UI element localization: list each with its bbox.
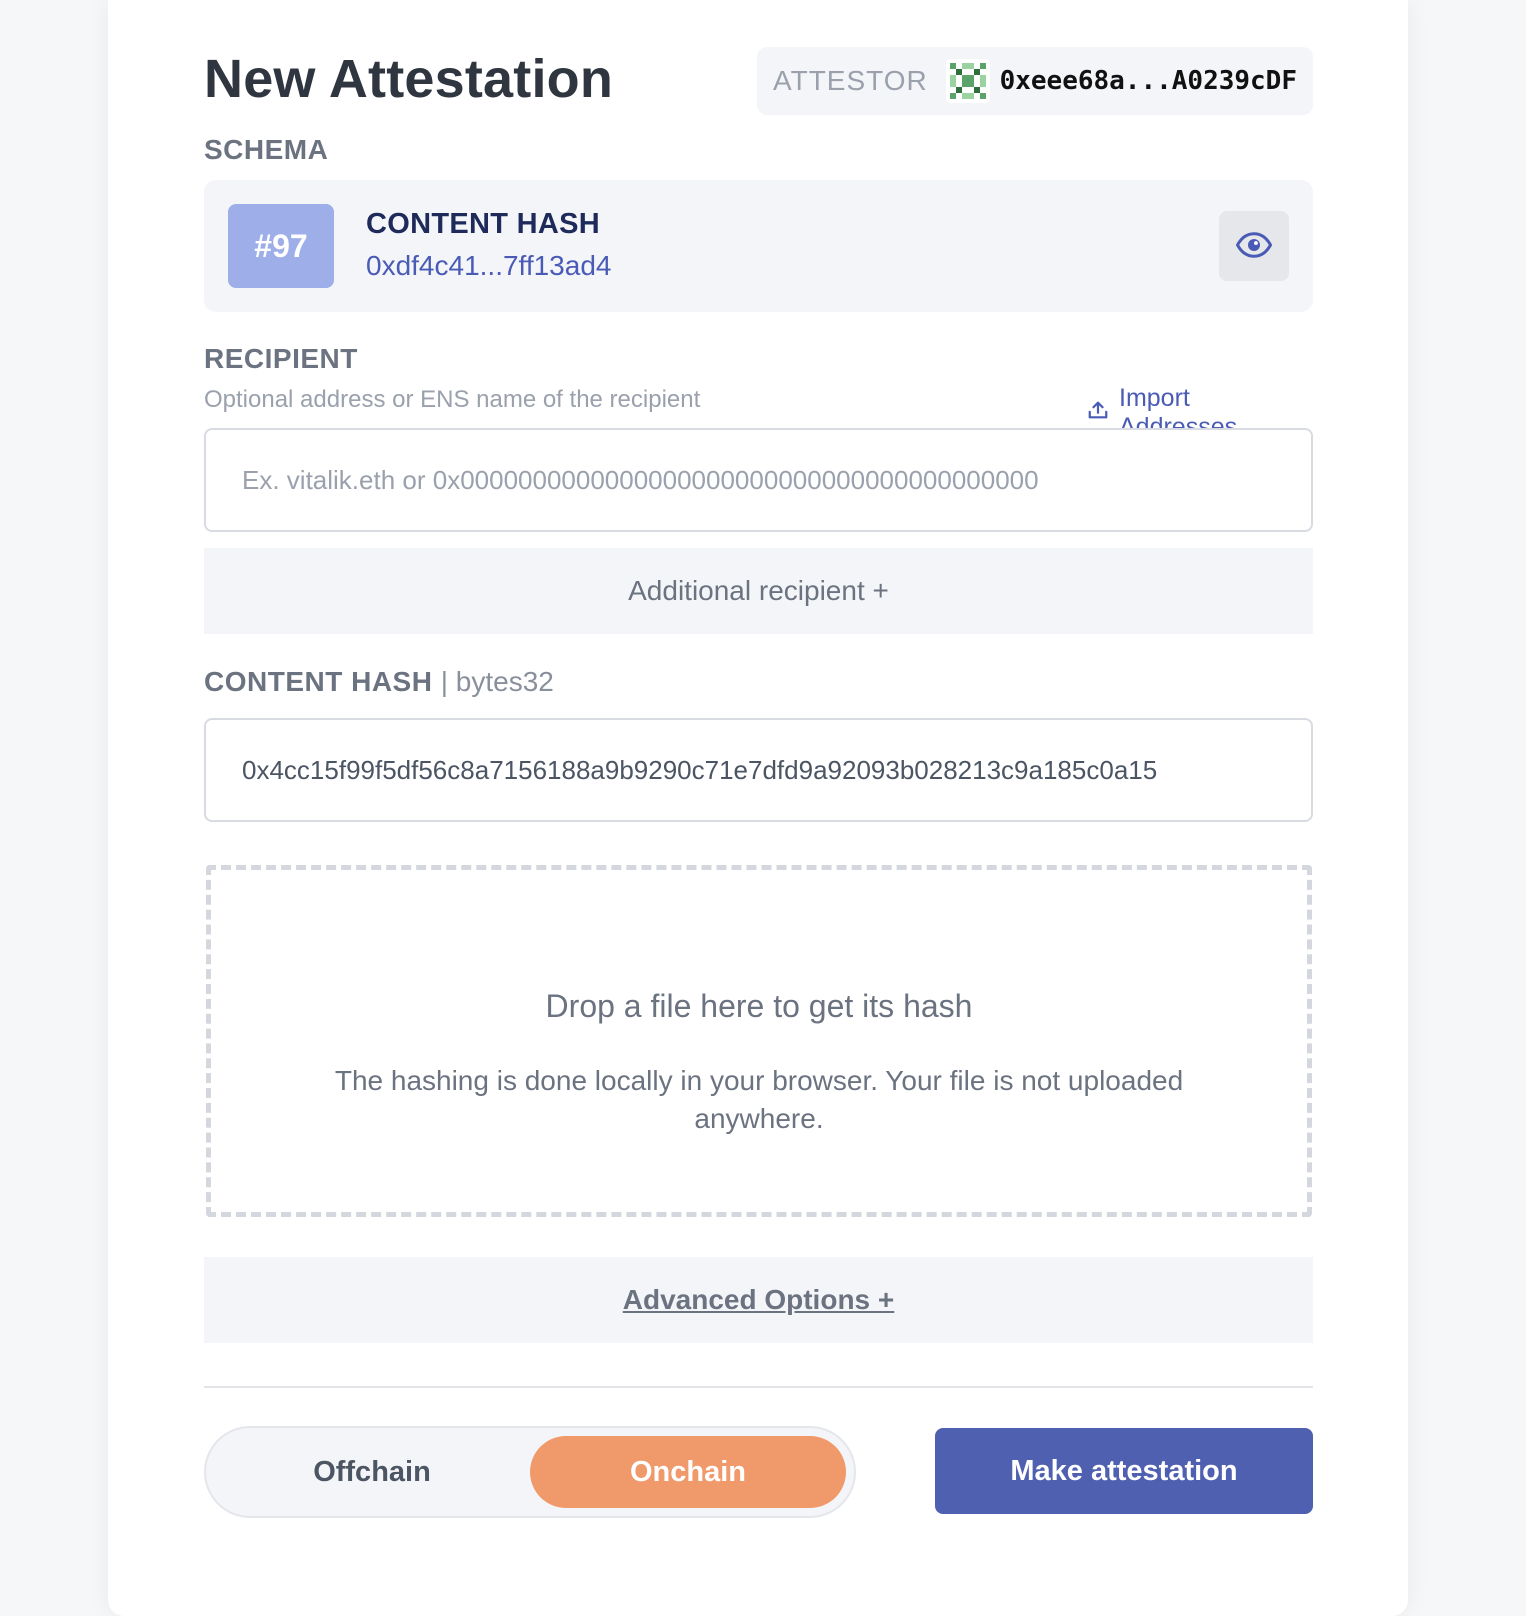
dropzone-note: The hashing is done locally in your brow… <box>334 1065 1184 1134</box>
recipient-input[interactable] <box>204 428 1313 532</box>
additional-recipient-button[interactable]: Additional recipient + <box>204 548 1313 634</box>
advanced-options-bar[interactable]: Advanced Options + <box>204 1257 1313 1343</box>
schema-name: CONTENT HASH <box>366 208 600 240</box>
make-attestation-button[interactable]: Make attestation <box>935 1428 1313 1514</box>
content-hash-field-label: CONTENT HASH | bytes32 <box>204 666 554 698</box>
onchain-option[interactable]: Onchain <box>530 1436 846 1508</box>
content-hash-field-name: CONTENT HASH <box>204 666 433 697</box>
attestor-address[interactable]: 0xeee68a...A0239cDF <box>1000 66 1297 96</box>
schema-id-badge: #97 <box>228 204 334 288</box>
identicon-icon <box>945 59 990 103</box>
schema-card[interactable]: #97 CONTENT HASH 0xdf4c41...7ff13ad4 <box>204 180 1313 312</box>
schema-section-label: SCHEMA <box>204 134 329 165</box>
divider <box>204 1386 1313 1388</box>
view-schema-button[interactable] <box>1219 211 1289 281</box>
recipient-section-label: RECIPIENT <box>204 343 358 374</box>
chain-mode-toggle[interactable]: Offchain Onchain <box>204 1426 856 1518</box>
attestor-chip: ATTESTOR 0xeee68a...A0239cDF <box>757 47 1313 115</box>
upload-icon <box>1087 399 1119 428</box>
page-title: New Attestation <box>204 49 614 109</box>
recipient-help-text: Optional address or ENS name of the reci… <box>204 386 701 413</box>
offchain-option[interactable]: Offchain <box>214 1436 530 1508</box>
content-hash-type-tag: | bytes32 <box>440 666 554 697</box>
content-hash-input[interactable] <box>204 718 1313 822</box>
schema-uid-link[interactable]: 0xdf4c41...7ff13ad4 <box>366 250 611 282</box>
attestor-label: ATTESTOR <box>773 65 928 96</box>
dropzone-title: Drop a file here to get its hash <box>545 988 973 1024</box>
advanced-options-link[interactable]: Advanced Options + <box>623 1284 895 1316</box>
file-dropzone[interactable]: Drop a file here to get its hash The has… <box>206 865 1312 1217</box>
eye-icon <box>1235 227 1273 266</box>
